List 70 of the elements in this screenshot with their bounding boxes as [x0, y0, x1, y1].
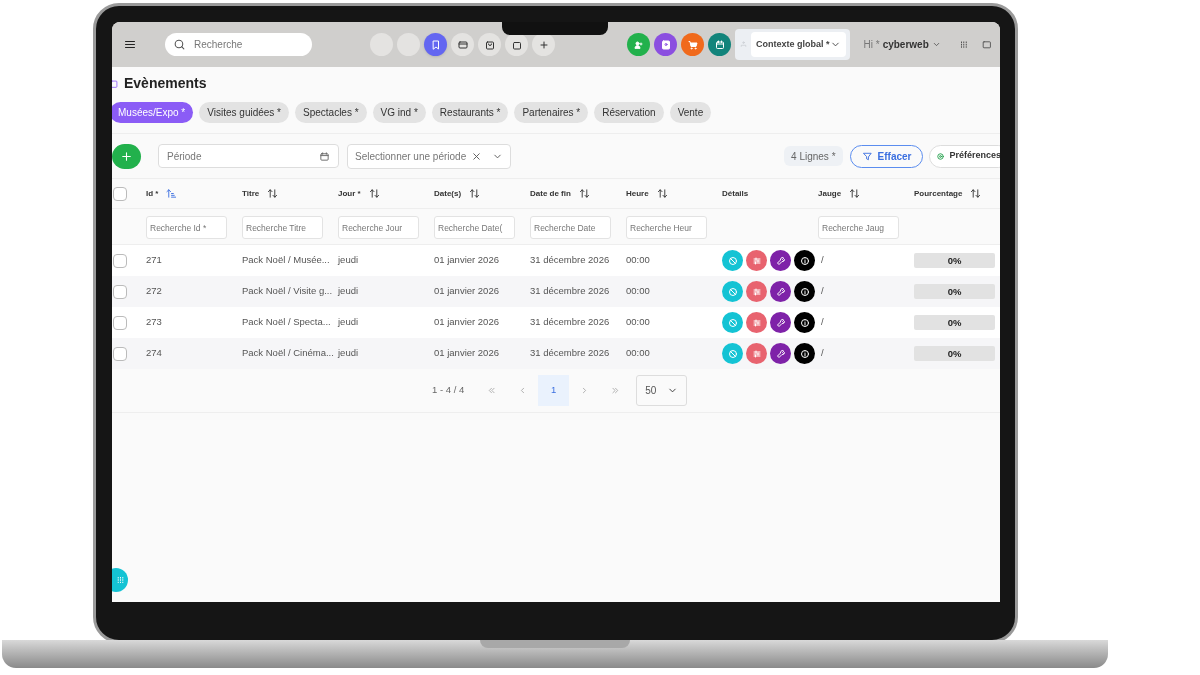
column-filter-field[interactable]: Recherche Jaug	[818, 216, 899, 240]
period-field[interactable]: Période	[158, 144, 339, 168]
column-filter-field[interactable]: Recherche Titre	[242, 216, 323, 240]
table-cell: 00:00	[626, 316, 650, 328]
table-cell: /	[821, 284, 824, 299]
column-header: Heure	[626, 187, 649, 200]
table-cell: Pack Noël / Specta...	[242, 316, 331, 328]
percent-label: 0%	[946, 254, 963, 268]
column-filter-field[interactable]: Recherche Date	[530, 216, 611, 240]
table-cell: 00:00	[626, 254, 650, 266]
table-cell: /	[821, 315, 824, 330]
table-cell: jeudi	[338, 316, 359, 328]
category-tab[interactable]: Visites guidées *	[199, 102, 289, 123]
table-cell: Pack Noël / Musée...	[242, 254, 330, 266]
category-tab[interactable]: VG ind *	[372, 102, 426, 123]
table-cell: 01 janvier 2026	[434, 254, 499, 266]
column-header: Pourcentage	[914, 187, 963, 200]
table-cell: 31 décembre 2026	[530, 347, 610, 359]
column-header: Jauge	[818, 187, 842, 200]
column-header: Date(s)	[434, 187, 462, 200]
table-cell: jeudi	[338, 347, 359, 359]
table-cell: 271	[146, 254, 162, 266]
table-cell: /	[821, 346, 824, 361]
table-cell: Pack Noël / Cinéma...	[242, 347, 334, 359]
table-cell: /	[821, 253, 824, 268]
table-cell: 31 décembre 2026	[530, 285, 610, 297]
column-filter-field[interactable]: Recherche Heur	[626, 216, 707, 240]
table-cell: 31 décembre 2026	[530, 254, 610, 266]
column-header: Titre	[242, 187, 260, 200]
column-header: Jour *	[338, 187, 361, 200]
search-field[interactable]: Recherche	[165, 33, 312, 56]
column-filter-field[interactable]: Recherche Date(	[434, 216, 515, 240]
percent-label: 0%	[946, 285, 963, 299]
table-cell: 00:00	[626, 347, 650, 359]
page-size-select[interactable]: 50	[636, 375, 688, 406]
category-tab[interactable]: Vente	[669, 102, 712, 123]
table-cell: 01 janvier 2026	[434, 285, 499, 297]
column-filter-field[interactable]: Recherche Jour	[338, 216, 419, 240]
page-range: 1 - 4 / 4	[432, 383, 465, 398]
table-cell: jeudi	[338, 285, 359, 297]
table-cell: 01 janvier 2026	[434, 316, 499, 328]
page-title: Evènements	[124, 74, 207, 93]
table-cell: 274	[146, 347, 162, 359]
table-cell: 01 janvier 2026	[434, 347, 499, 359]
column-header: Date de fin	[530, 187, 571, 200]
search-input[interactable]: Recherche	[194, 37, 304, 52]
category-tab[interactable]: Restaurants *	[431, 102, 509, 123]
period-select-input[interactable]: Selectionner une période	[355, 148, 471, 164]
row-count-badge: 4 Lignes *	[784, 146, 843, 166]
period-select[interactable]: Selectionner une période	[347, 143, 511, 169]
category-tab[interactable]: Réservation	[594, 102, 664, 123]
table-cell: 31 décembre 2026	[530, 316, 610, 328]
percent-label: 0%	[946, 316, 963, 330]
category-tab[interactable]: Partenaires *	[514, 102, 589, 123]
preferences-button[interactable]: Préférences	[929, 144, 1000, 168]
page-button[interactable]: 1	[538, 375, 570, 406]
period-input[interactable]: Période	[167, 148, 319, 164]
column-header: Détails	[722, 187, 749, 200]
context-select[interactable]: Contexte global *	[751, 32, 846, 57]
table-cell: Pack Noël / Visite g...	[242, 285, 333, 297]
category-tab[interactable]: Spectacles *	[295, 102, 367, 123]
column-header: Id *	[146, 187, 159, 200]
category-tab[interactable]: Musées/Expo *	[112, 102, 194, 123]
table-cell: 00:00	[626, 285, 650, 297]
column-filter-field[interactable]: Recherche Id *	[146, 216, 227, 240]
user-menu[interactable]: Hi * cyberweb	[863, 37, 941, 52]
table-cell: jeudi	[338, 254, 359, 266]
table-cell: 273	[146, 316, 162, 328]
table-cell: 272	[146, 285, 162, 297]
percent-label: 0%	[946, 347, 963, 361]
